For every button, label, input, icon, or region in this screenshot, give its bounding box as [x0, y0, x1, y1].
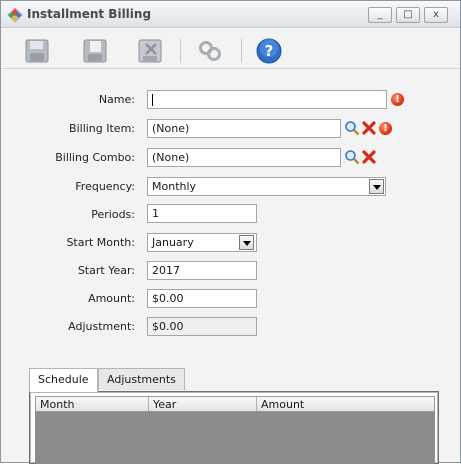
name-input[interactable] — [147, 90, 387, 109]
chevron-down-icon[interactable] — [239, 235, 254, 250]
billing-combo-field[interactable]: (None) — [147, 148, 341, 167]
name-label: Name: — [98, 93, 135, 106]
amount-input[interactable]: $0.00 — [147, 289, 257, 308]
text-caret — [152, 94, 153, 106]
start-month-label: Start Month: — [66, 236, 135, 249]
maximize-button[interactable]: □ — [396, 7, 420, 23]
frequency-value: Monthly — [152, 180, 197, 193]
chevron-down-icon[interactable] — [369, 179, 384, 194]
toolbar: ? — [1, 29, 460, 69]
adjustment-label: Adjustment: — [68, 320, 135, 333]
grid-panel: Month Year Amount — [30, 392, 438, 464]
billing-combo-search-icon[interactable] — [344, 149, 360, 165]
minimize-button[interactable]: _ — [368, 7, 392, 23]
schedule-grid: Month Year Amount — [29, 391, 439, 464]
billing-item-clear-icon[interactable] — [361, 120, 377, 136]
save-and-new-icon[interactable] — [81, 37, 109, 65]
start-year-value: 2017 — [152, 264, 180, 277]
billing-combo-value: (None) — [152, 151, 190, 164]
periods-input[interactable]: 1 — [147, 204, 257, 223]
link-icon[interactable] — [196, 37, 224, 65]
frequency-label: Frequency: — [75, 180, 135, 193]
column-header-year[interactable]: Year — [149, 398, 176, 411]
svg-text:?: ? — [265, 42, 274, 60]
billing-item-field[interactable]: (None) — [147, 119, 341, 138]
toolbar-separator — [241, 39, 242, 63]
amount-value: $0.00 — [152, 292, 184, 305]
column-header-amount[interactable]: Amount — [257, 398, 304, 411]
grid-body[interactable] — [35, 412, 435, 464]
periods-value: 1 — [152, 207, 159, 220]
close-button[interactable]: x — [424, 7, 448, 23]
title-bar[interactable]: Installment Billing _ □ x — [1, 1, 460, 28]
save-icon[interactable] — [23, 37, 51, 65]
toolbar-separator — [180, 39, 181, 63]
billing-combo-clear-icon[interactable] — [361, 149, 377, 165]
adjustment-field: $0.00 — [147, 317, 257, 336]
frequency-select[interactable]: Monthly — [147, 177, 386, 196]
installment-billing-window: Installment Billing _ □ x ? Name: ! Bill… — [0, 0, 461, 464]
start-month-select[interactable]: January — [147, 233, 257, 252]
tab-schedule[interactable]: Schedule — [29, 368, 98, 392]
adjustment-value: $0.00 — [152, 320, 184, 333]
billing-item-value: (None) — [152, 122, 190, 135]
app-diamond-icon — [7, 7, 23, 23]
help-icon[interactable]: ? — [255, 37, 283, 65]
amount-label: Amount: — [88, 292, 135, 305]
tab-adjustments[interactable]: Adjustments — [98, 368, 185, 390]
delete-icon[interactable] — [136, 37, 164, 65]
billing-item-label: Billing Item: — [69, 122, 135, 135]
start-month-value: January — [152, 236, 194, 249]
billing-combo-label: Billing Combo: — [55, 151, 135, 164]
periods-label: Periods: — [91, 208, 135, 221]
column-header-month[interactable]: Month — [36, 398, 74, 411]
billing-item-search-icon[interactable] — [344, 120, 360, 136]
required-error-icon: ! — [391, 93, 404, 106]
required-error-icon: ! — [379, 122, 392, 135]
start-year-label: Start Year: — [77, 264, 135, 277]
grid-header: Month Year Amount — [35, 396, 435, 412]
start-year-input[interactable]: 2017 — [147, 261, 257, 280]
window-title: Installment Billing — [27, 7, 152, 21]
